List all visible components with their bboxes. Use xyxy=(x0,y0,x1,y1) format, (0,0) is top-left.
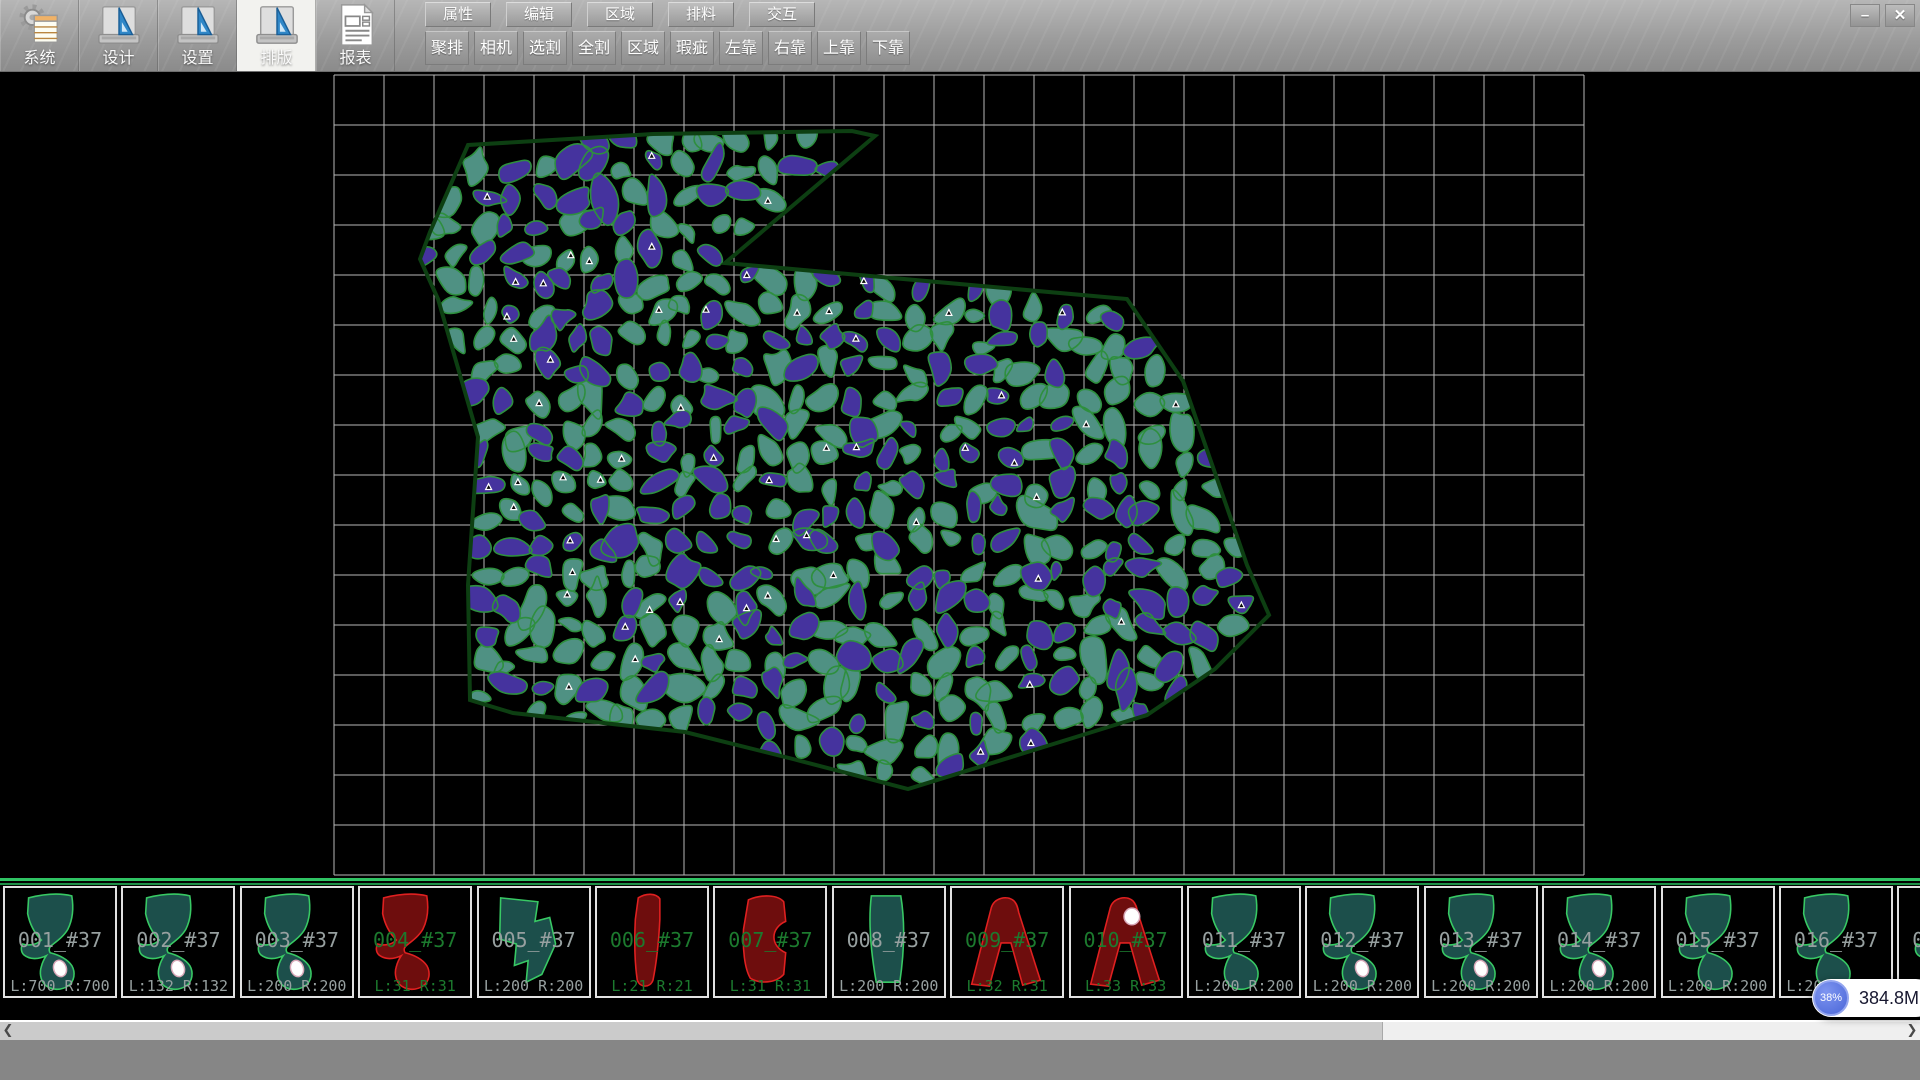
part-thumbnail-5[interactable]: 005_#37 L:200 R:200 xyxy=(477,886,591,998)
mode-button-label: 设置 xyxy=(181,50,213,68)
close-button[interactable]: ✕ xyxy=(1885,4,1915,27)
part-id-label: 008_#37 xyxy=(834,928,944,952)
report-doc-icon xyxy=(333,2,379,50)
mode-button-3[interactable]: 设置 xyxy=(158,0,237,71)
part-thumbnail-13[interactable]: 013_#37 L:200 R:200 xyxy=(1424,886,1538,998)
part-lr-count-label: L:700 R:700 xyxy=(5,977,115,995)
tool-button-9[interactable]: 上靠 xyxy=(817,31,861,65)
part-thumbnail-3[interactable]: 003_#37 L:200 R:200 xyxy=(240,886,354,998)
main-toolbar: 系统设计设置排版报表 属性编辑区域排料交互 聚排相机选割全割区域瑕疵左靠右靠上靠… xyxy=(0,0,1920,72)
part-thumbnail-15[interactable]: 015_#37 L:200 R:200 xyxy=(1661,886,1775,998)
mode-button-group: 系统 设计 设置 排版 报表 xyxy=(0,0,395,71)
part-id-label: 011_#37 xyxy=(1189,928,1299,952)
part-id-label: 002_#37 xyxy=(123,928,233,952)
menu-tab-5[interactable]: 交互 xyxy=(749,2,815,27)
tool-button-7[interactable]: 左靠 xyxy=(719,31,763,65)
part-lr-count-label: L:31 R:31 xyxy=(715,977,825,995)
menu-tab-3[interactable]: 区域 xyxy=(587,2,653,27)
part-thumbnail-4[interactable]: 004_#37 L:31 R:31 xyxy=(358,886,472,998)
part-id-label: 001_#37 xyxy=(5,928,115,952)
part-thumbnail-2[interactable]: 002_#37 L:132 R:132 xyxy=(121,886,235,998)
part-id-label: 005_#37 xyxy=(479,928,589,952)
part-id-label: 017_#37 xyxy=(1899,928,1920,952)
part-thumbnail-10[interactable]: 010_#37 L:33 R:33 xyxy=(1069,886,1183,998)
part-thumbnail-11[interactable]: 011_#37 L:200 R:200 xyxy=(1187,886,1301,998)
mode-button-label: 系统 xyxy=(23,50,55,68)
part-thumbnail-12[interactable]: 012_#37 L:200 R:200 xyxy=(1305,886,1419,998)
hide-layout-svg xyxy=(0,72,1920,878)
design-ruler-icon xyxy=(96,2,142,50)
tool-button-1[interactable]: 聚排 xyxy=(425,31,469,65)
part-id-label: 016_#37 xyxy=(1781,928,1891,952)
parts-thumbnail-strip: 001_#37 L:700 R:700 002_#37 L:132 R:132 003_… xyxy=(0,878,1920,1020)
system-gear-icon xyxy=(17,2,63,50)
part-thumbnail-7[interactable]: 007_#37 L:31 R:31 xyxy=(713,886,827,998)
mode-button-label: 排版 xyxy=(260,50,292,68)
mode-button-5[interactable]: 报表 xyxy=(316,0,395,71)
part-lr-count-label: L:200 R:200 xyxy=(1189,977,1299,995)
part-lr-count-label: L:32 R:31 xyxy=(952,977,1062,995)
part-lr-count-label: L:200 R:200 xyxy=(1307,977,1417,995)
tool-button-10[interactable]: 下靠 xyxy=(866,31,910,65)
part-lr-count-label: L:200 R:200 xyxy=(834,977,944,995)
scroll-left-icon[interactable]: ❮ xyxy=(0,1022,16,1040)
memory-usage-label: 384.8M xyxy=(1859,988,1919,1009)
part-lr-count-label: L:200 R:200 xyxy=(1544,977,1654,995)
menu-tab-2[interactable]: 编辑 xyxy=(506,2,572,27)
tool-button-3[interactable]: 选割 xyxy=(523,31,567,65)
part-id-label: 004_#37 xyxy=(360,928,470,952)
mode-button-label: 设计 xyxy=(102,50,134,68)
part-lr-count-label: L:200 R:200 xyxy=(1663,977,1773,995)
part-id-label: 012_#37 xyxy=(1307,928,1417,952)
mode-button-2[interactable]: 设计 xyxy=(79,0,158,71)
part-lr-count-label: L:200 R:200 xyxy=(242,977,352,995)
window-controls: – ✕ xyxy=(1850,4,1915,27)
nested-pieces-layer xyxy=(409,117,1253,785)
horizontal-scrollbar[interactable]: ❮ ❯ xyxy=(0,1020,1920,1040)
part-id-label: 009_#37 xyxy=(952,928,1062,952)
tool-button-row: 聚排相机选割全割区域瑕疵左靠右靠上靠下靠 xyxy=(425,31,910,65)
mode-button-label: 报表 xyxy=(339,50,371,68)
part-thumbnail-9[interactable]: 009_#37 L:32 R:31 xyxy=(950,886,1064,998)
mode-button-4[interactable]: 排版 xyxy=(237,0,316,71)
scroll-right-icon[interactable]: ❯ xyxy=(1904,1022,1920,1040)
progress-percent-badge: 38% xyxy=(1813,980,1849,1016)
part-lr-count-label: L:132 R:132 xyxy=(123,977,233,995)
part-id-label: 003_#37 xyxy=(242,928,352,952)
part-thumbnail-8[interactable]: 008_#37 L:200 R:200 xyxy=(832,886,946,998)
scrollbar-thumb[interactable] xyxy=(16,1022,1383,1040)
memory-status-badge[interactable]: 38% 384.8M xyxy=(1812,979,1920,1017)
part-id-label: 015_#37 xyxy=(1663,928,1773,952)
strip-top-border xyxy=(0,878,1920,881)
nesting-canvas[interactable] xyxy=(0,72,1920,878)
tool-button-2[interactable]: 相机 xyxy=(474,31,518,65)
tool-button-6[interactable]: 瑕疵 xyxy=(670,31,714,65)
menu-tab-1[interactable]: 属性 xyxy=(425,2,491,27)
status-bar xyxy=(0,1040,1920,1080)
part-id-label: 007_#37 xyxy=(715,928,825,952)
part-id-label: 006_#37 xyxy=(597,928,707,952)
tool-button-4[interactable]: 全割 xyxy=(572,31,616,65)
settings-ruler-icon xyxy=(175,2,221,50)
part-thumbnail-6[interactable]: 006_#37 L:21 R:21 xyxy=(595,886,709,998)
menu-tab-row: 属性编辑区域排料交互 xyxy=(425,2,815,27)
tool-button-5[interactable]: 区域 xyxy=(621,31,665,65)
part-lr-count-label: L:33 R:33 xyxy=(1071,977,1181,995)
minimize-button[interactable]: – xyxy=(1850,4,1880,27)
part-thumbnail-14[interactable]: 014_#37 L:200 R:200 xyxy=(1542,886,1656,998)
nesting-ruler-icon xyxy=(254,2,300,50)
mode-button-1[interactable]: 系统 xyxy=(0,0,79,71)
part-lr-count-label: L:31 R:31 xyxy=(360,977,470,995)
part-lr-count-label: L:200 R:200 xyxy=(479,977,589,995)
part-thumbnail-1[interactable]: 001_#37 L:700 R:700 xyxy=(3,886,117,998)
part-id-label: 013_#37 xyxy=(1426,928,1536,952)
part-id-label: 014_#37 xyxy=(1544,928,1654,952)
part-lr-count-label: L:200 R:200 xyxy=(1426,977,1536,995)
strip-top-border-2 xyxy=(0,883,1920,885)
tool-button-8[interactable]: 右靠 xyxy=(768,31,812,65)
part-lr-count-label: L:21 R:21 xyxy=(597,977,707,995)
part-id-label: 010_#37 xyxy=(1071,928,1181,952)
menu-tab-4[interactable]: 排料 xyxy=(668,2,734,27)
